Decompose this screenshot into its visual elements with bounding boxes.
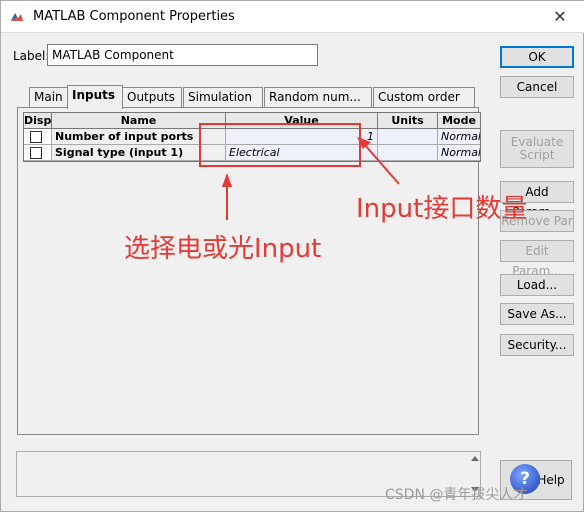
tab-random-num[interactable]: Random num... [264, 87, 372, 107]
annotation-highlight-box [199, 123, 361, 167]
matlab-logo-icon [9, 9, 25, 25]
label-caption: Label: [13, 49, 50, 63]
edit-param-button[interactable]: Edit Param... [500, 240, 574, 278]
tab-custom-order[interactable]: Custom order [373, 87, 475, 107]
window-title: MATLAB Component Properties [33, 9, 235, 24]
annotation-signal-type: 选择电或光Input [124, 234, 322, 264]
column-header-mode: Mode [438, 113, 480, 129]
annotation-input-ports: Input接口数量 [356, 194, 528, 224]
tab-inputs[interactable]: Inputs [67, 85, 123, 109]
param-units[interactable] [378, 129, 438, 145]
table-row-disp-cell [24, 145, 52, 161]
column-header-units: Units [378, 113, 438, 129]
disp-checkbox[interactable] [30, 131, 42, 143]
save-as-button[interactable]: Save As... [500, 303, 574, 325]
ok-button[interactable]: OK [500, 46, 574, 68]
close-icon[interactable]: ✕ [545, 5, 575, 29]
param-mode[interactable]: Normal [438, 145, 480, 161]
evaluate-script-button[interactable]: Evaluate Script [500, 130, 574, 168]
table-row-disp-cell [24, 129, 52, 145]
param-units[interactable] [378, 145, 438, 161]
tab-main[interactable]: Main [29, 87, 69, 107]
security-button[interactable]: Security... [500, 334, 574, 356]
param-mode[interactable]: Normal [438, 129, 480, 145]
tab-outputs[interactable]: Outputs [122, 87, 182, 107]
watermark: CSDN @青年拔尖人才 [385, 487, 528, 503]
load-button[interactable]: Load... [500, 274, 574, 296]
label-input[interactable]: MATLAB Component [47, 44, 318, 66]
component-properties-dialog: MATLAB Component Properties ✕ Label: MAT… [0, 0, 584, 512]
tab-simulation[interactable]: Simulation [183, 87, 263, 107]
title-bar: MATLAB Component Properties ✕ [1, 1, 584, 33]
disp-checkbox[interactable] [30, 147, 42, 159]
column-header-disp: Disp [24, 113, 52, 129]
cancel-button[interactable]: Cancel [500, 76, 574, 98]
